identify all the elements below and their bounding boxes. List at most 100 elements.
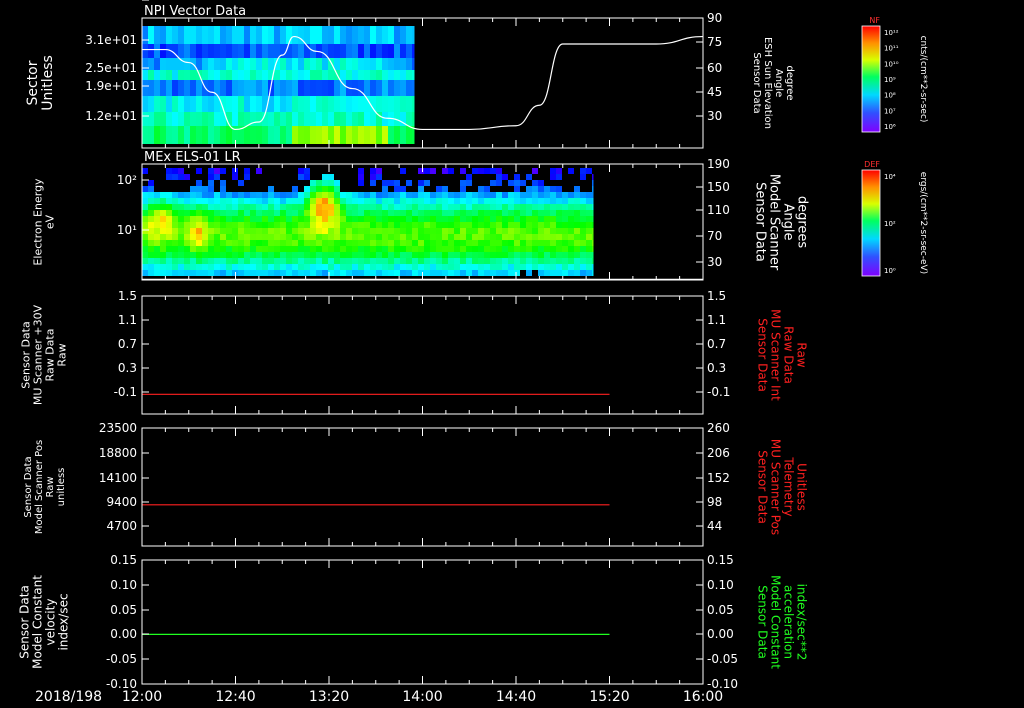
- npi-heatmap-cell: [178, 26, 184, 44]
- els-heatmap-cell: [568, 252, 574, 258]
- right-axis-label-line: Sensor Data: [756, 585, 770, 659]
- els-heatmap-cell: [562, 240, 568, 246]
- els-heatmap-cell: [532, 210, 538, 216]
- npi-heatmap-cell: [184, 126, 190, 144]
- els-heatmap-cell: [274, 204, 280, 210]
- els-heatmap-cell: [304, 210, 310, 216]
- els-heatmap-cell: [538, 222, 544, 228]
- right-axis-label-line: Sensor Data: [751, 52, 762, 113]
- plot-canvas: NPI Vector Data3.1e+012.5e+011.9e+011.2e…: [18, 0, 928, 705]
- npi-heatmap-cell: [376, 70, 382, 80]
- els-heatmap-cell: [514, 270, 520, 276]
- els-heatmap-cell: [472, 192, 478, 198]
- npi-heatmap-cell: [310, 126, 316, 144]
- els-heatmap-cell: [484, 264, 490, 270]
- els-heatmap-cell: [328, 204, 334, 210]
- els-heatmap-cell: [202, 198, 208, 204]
- els-heatmap-cell: [412, 198, 418, 204]
- npi-heatmap-cell: [244, 96, 250, 112]
- npi-heatmap-cell: [280, 58, 286, 70]
- els-heatmap-cell: [346, 258, 352, 264]
- els-heatmap-cell: [310, 192, 316, 198]
- els-heatmap-cell: [478, 198, 484, 204]
- els-heatmap-cell: [232, 210, 238, 216]
- els-heatmap-cell: [484, 186, 490, 192]
- els-heatmap-cell: [220, 240, 226, 246]
- els-heatmap-cell: [208, 246, 214, 252]
- els-heatmap-cell: [592, 210, 594, 216]
- els-heatmap-cell: [556, 258, 562, 264]
- npi-heatmap-cell: [406, 58, 412, 70]
- npi-heatmap-cell: [304, 80, 310, 96]
- els-heatmap-cell: [448, 240, 454, 246]
- els-heatmap-cell: [166, 192, 172, 198]
- els-heatmap-cell: [340, 210, 346, 216]
- els-heatmap-cell: [400, 222, 406, 228]
- els-heatmap-cell: [226, 198, 232, 204]
- npi-heatmap-cell: [382, 126, 388, 144]
- els-heatmap-cell: [268, 192, 274, 198]
- els-heatmap-cell: [268, 222, 274, 228]
- els-heatmap-cell: [172, 228, 178, 234]
- els-heatmap-cell: [172, 264, 178, 270]
- npi-heatmap-cell: [244, 112, 250, 126]
- els-heatmap-cell: [190, 264, 196, 270]
- els-heatmap-cell: [478, 204, 484, 210]
- els-heatmap-cell: [220, 270, 226, 276]
- els-heatmap-cell: [454, 222, 460, 228]
- npi-heatmap-cell: [358, 26, 364, 44]
- npi-heatmap-cell: [400, 70, 406, 80]
- npi-heatmap-cell: [370, 80, 376, 96]
- els-heatmap-cell: [556, 186, 562, 192]
- els-heatmap-cell: [298, 204, 304, 210]
- npi-heatmap-cell: [208, 80, 214, 96]
- npi-heatmap-cell: [328, 26, 334, 44]
- els-heatmap-cell: [232, 204, 238, 210]
- els-heatmap-cell: [424, 210, 430, 216]
- npi-heatmap-cell: [268, 44, 274, 58]
- npi-heatmap-cell: [292, 112, 298, 126]
- els-heatmap-cell: [178, 228, 184, 234]
- els-heatmap-cell: [316, 228, 322, 234]
- els-heatmap-cell: [484, 222, 490, 228]
- els-heatmap-cell: [568, 168, 574, 174]
- els-heatmap-cell: [460, 186, 466, 192]
- els-heatmap-cell: [400, 228, 406, 234]
- npi-heatmap-cell: [244, 126, 250, 144]
- els-heatmap-cell: [244, 174, 250, 180]
- els-heatmap-cell: [244, 210, 250, 216]
- els-heatmap-cell: [214, 228, 220, 234]
- els-heatmap-cell: [250, 192, 256, 198]
- els-heatmap-cell: [562, 252, 568, 258]
- npi-heatmap-cell: [202, 44, 208, 58]
- npi-heatmap-cell: [382, 112, 388, 126]
- els-heatmap-cell: [562, 264, 568, 270]
- els-heatmap-cell: [454, 204, 460, 210]
- els-heatmap-cell: [310, 240, 316, 246]
- colorbar-label: NF: [869, 16, 880, 25]
- els-heatmap-cell: [190, 204, 196, 210]
- els-heatmap-cell: [148, 240, 154, 246]
- y-axis-label-2: Electron Energy eV: [32, 178, 57, 266]
- npi-heatmap-cell: [196, 80, 202, 96]
- npi-heatmap-cell: [394, 80, 400, 96]
- els-heatmap-cell: [544, 204, 550, 210]
- els-heatmap-cell: [334, 216, 340, 222]
- els-heatmap-cell: [520, 210, 526, 216]
- els-heatmap-cell: [148, 252, 154, 258]
- npi-heatmap-cell: [316, 26, 322, 44]
- npi-heatmap-cell: [322, 26, 328, 44]
- npi-heatmap-cell: [172, 112, 178, 126]
- els-heatmap-cell: [556, 216, 562, 222]
- els-heatmap-cell: [400, 264, 406, 270]
- els-heatmap-cell: [400, 258, 406, 264]
- els-heatmap-cell: [502, 246, 508, 252]
- npi-heatmap-cell: [328, 96, 334, 112]
- npi-heatmap-cell: [184, 112, 190, 126]
- npi-heatmap-cell: [334, 112, 340, 126]
- els-heatmap-cell: [160, 270, 166, 276]
- els-heatmap-cell: [526, 264, 532, 270]
- els-heatmap-cell: [460, 234, 466, 240]
- npi-heatmap-cell: [250, 80, 256, 96]
- els-heatmap-cell: [376, 198, 382, 204]
